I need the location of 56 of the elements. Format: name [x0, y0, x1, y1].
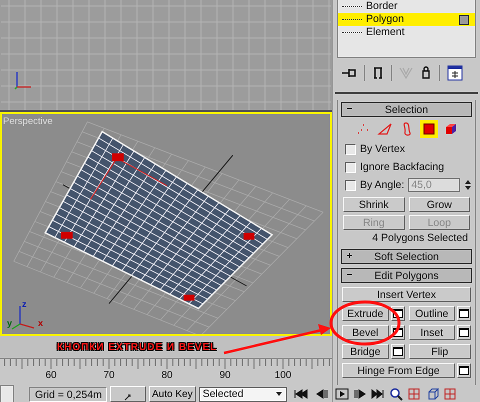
- set-key-button[interactable]: [110, 386, 146, 402]
- frame-number: 70: [102, 370, 116, 381]
- frame-number: 90: [218, 370, 232, 381]
- edit-polygon-button[interactable]: Bridge: [342, 344, 388, 359]
- edit-polygon-button[interactable]: Outline: [408, 306, 455, 321]
- checkbox[interactable]: [345, 180, 356, 190]
- frame-number: 100: [274, 370, 292, 381]
- modifier-stack-item[interactable]: Element: [338, 26, 475, 39]
- go-to-end-icon[interactable]: [371, 388, 385, 400]
- annotation-caption: КНОПКИ EXTRUDE И BEVEL: [57, 342, 218, 352]
- modifier-stack-item[interactable]: Polygon: [338, 13, 475, 26]
- auto-key-button[interactable]: Auto Key: [149, 386, 196, 402]
- selection-rollout-header[interactable]: Selection: [341, 102, 472, 117]
- selection-button[interactable]: Grow: [408, 197, 470, 212]
- zoom-icon[interactable]: [389, 387, 403, 401]
- pin-icon[interactable]: [341, 66, 357, 80]
- modifier-stack-item[interactable]: Border: [338, 0, 475, 13]
- option-label: By Angle:: [360, 179, 404, 191]
- frame-number: 60: [44, 370, 58, 381]
- edit-polygon-button[interactable]: Bevel: [342, 325, 388, 340]
- settings-button[interactable]: [390, 344, 404, 359]
- settings-button[interactable]: [457, 363, 471, 378]
- edit-polygon-button[interactable]: Insert Vertex: [342, 287, 471, 302]
- edit-polygon-button[interactable]: Flip: [408, 344, 471, 359]
- axis-tripod-icon: [14, 70, 34, 90]
- option-label: By Vertex: [360, 143, 405, 155]
- visibility-toggle-icon[interactable]: [459, 15, 469, 25]
- spinner-icon[interactable]: [464, 178, 472, 192]
- status-field: [0, 385, 14, 402]
- checkbox[interactable]: [345, 144, 356, 154]
- selection-button[interactable]: Shrink: [343, 197, 404, 212]
- go-to-start-icon[interactable]: [294, 389, 308, 399]
- selection-status: 4 Polygons Selected: [371, 232, 469, 245]
- soft-selection-rollout-header[interactable]: Soft Selection: [341, 249, 472, 264]
- edit-polygons-rollout-header[interactable]: Edit Polygons: [341, 268, 472, 283]
- annotation-ellipse: [330, 300, 400, 346]
- settings-button[interactable]: [457, 306, 471, 321]
- viewport-label: Perspective: [3, 116, 53, 127]
- grid-readout: Grid = 0,254m: [29, 386, 107, 402]
- previous-frame-icon[interactable]: [314, 389, 329, 399]
- frame-number: 80: [160, 370, 174, 381]
- edit-polygon-button[interactable]: Extrude: [342, 306, 388, 321]
- key-mode-dropdown[interactable]: Selected: [198, 386, 287, 402]
- zoom-extents-all-icon[interactable]: [443, 387, 457, 401]
- play-icon[interactable]: [335, 388, 349, 400]
- arrow-icon: [124, 393, 132, 401]
- configure-icon[interactable]: [447, 65, 463, 81]
- settings-button[interactable]: [457, 325, 471, 340]
- option-label: Ignore Backfacing: [360, 161, 444, 173]
- edit-polygon-button[interactable]: Hinge From Edge: [342, 363, 455, 378]
- checkbox[interactable]: [345, 162, 356, 172]
- pillar-icon[interactable]: [372, 66, 384, 80]
- polygon-mode-icon[interactable]: [420, 120, 438, 138]
- zoom-all-icon[interactable]: [407, 387, 421, 401]
- next-frame-icon[interactable]: [353, 388, 367, 400]
- edit-polygon-button[interactable]: Inset: [408, 325, 455, 340]
